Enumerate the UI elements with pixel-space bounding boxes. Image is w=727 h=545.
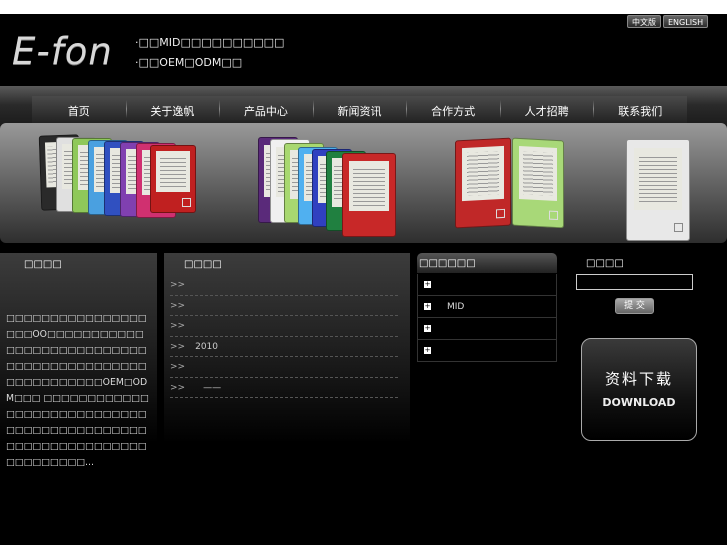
news-panel: □□□□ >> >> >> >> 2010 >> >> —— bbox=[164, 253, 410, 443]
nav-item-cooperation[interactable]: 合作方式 bbox=[406, 100, 500, 119]
news-item[interactable]: >> —— bbox=[170, 378, 398, 398]
nav-item-contact[interactable]: 联系我们 bbox=[593, 100, 687, 119]
nav-item-careers[interactable]: 人才招聘 bbox=[499, 100, 594, 119]
download-en-label: DOWNLOAD bbox=[602, 396, 676, 409]
plus-icon: + bbox=[424, 346, 431, 354]
news-item[interactable]: >> bbox=[170, 275, 398, 296]
product-list-title: □□□□□□ bbox=[419, 258, 476, 269]
news-title: □□□□ bbox=[184, 259, 222, 270]
news-item[interactable]: >> bbox=[170, 296, 398, 316]
news-item[interactable]: >> bbox=[170, 316, 398, 337]
arrow-icon: >> bbox=[170, 341, 186, 352]
ereader-image bbox=[512, 137, 564, 229]
lang-chinese-button[interactable]: 中文版 bbox=[627, 15, 661, 28]
product-list: + + MID + + bbox=[417, 274, 557, 362]
news-item[interactable]: >> bbox=[170, 357, 398, 378]
news-item[interactable]: >> 2010 bbox=[170, 337, 398, 357]
lang-english-button[interactable]: ENGLISH bbox=[663, 15, 709, 28]
product-item[interactable]: + bbox=[417, 274, 557, 296]
news-list: >> >> >> >> 2010 >> >> —— bbox=[170, 275, 398, 398]
submit-button[interactable]: 提 交 bbox=[615, 298, 654, 314]
nav-item-news[interactable]: 新闻资讯 bbox=[312, 100, 407, 119]
nav-item-about[interactable]: 关于逸帆 bbox=[125, 100, 220, 119]
arrow-icon: >> bbox=[170, 280, 186, 290]
product-item[interactable]: + MID bbox=[417, 296, 557, 318]
plus-icon: + bbox=[424, 324, 431, 332]
ereader-image bbox=[455, 137, 511, 229]
ereader-image bbox=[626, 139, 690, 241]
arrow-icon: >> bbox=[170, 321, 186, 331]
plus-icon: + bbox=[424, 302, 431, 310]
ereader-image bbox=[150, 145, 196, 213]
tagline-mid: ·□□MID□□□□□□□□□□ bbox=[135, 36, 285, 49]
e-fon-logo[interactable]: E-fon bbox=[12, 30, 113, 73]
search-input[interactable] bbox=[576, 274, 693, 290]
search-title: □□□□ bbox=[586, 258, 624, 269]
product-banner bbox=[0, 123, 727, 243]
language-switcher: 中文版 ENGLISH bbox=[627, 15, 709, 28]
download-cn-label: 资料下载 bbox=[604, 370, 673, 388]
arrow-icon: >> bbox=[170, 362, 186, 372]
download-button[interactable]: 资料下载 DOWNLOAD bbox=[581, 338, 697, 441]
product-list-tab[interactable]: □□□□□□ bbox=[417, 253, 557, 273]
top-white-bar bbox=[0, 0, 727, 14]
plus-icon: + bbox=[424, 280, 431, 288]
arrow-icon: >> bbox=[170, 382, 186, 393]
product-item[interactable]: + bbox=[417, 318, 557, 340]
ereader-image bbox=[342, 153, 396, 237]
about-title: □□□□ bbox=[24, 259, 62, 270]
main-nav: 首页 关于逸帆 产品中心 新闻资讯 合作方式 人才招聘 联系我们 bbox=[32, 96, 687, 126]
product-item[interactable]: + bbox=[417, 340, 557, 362]
about-text: □□□□□□□□□□□□□□□□□□□OO□□□□□□□□□□□□□□□□□□□… bbox=[6, 313, 149, 468]
tagline-oem: ·□□OEM□ODM□□ bbox=[135, 56, 243, 69]
about-panel: □□□□ □□□□□□□□□□□□□□□□□□□OO□□□□□□□□□□□□□□… bbox=[0, 253, 157, 468]
header-taglines: ·□□MID□□□□□□□□□□ ·□□OEM□ODM□□ bbox=[135, 33, 284, 73]
arrow-icon: >> bbox=[170, 300, 186, 311]
nav-item-home[interactable]: 首页 bbox=[32, 103, 126, 119]
nav-item-products[interactable]: 产品中心 bbox=[219, 100, 313, 119]
